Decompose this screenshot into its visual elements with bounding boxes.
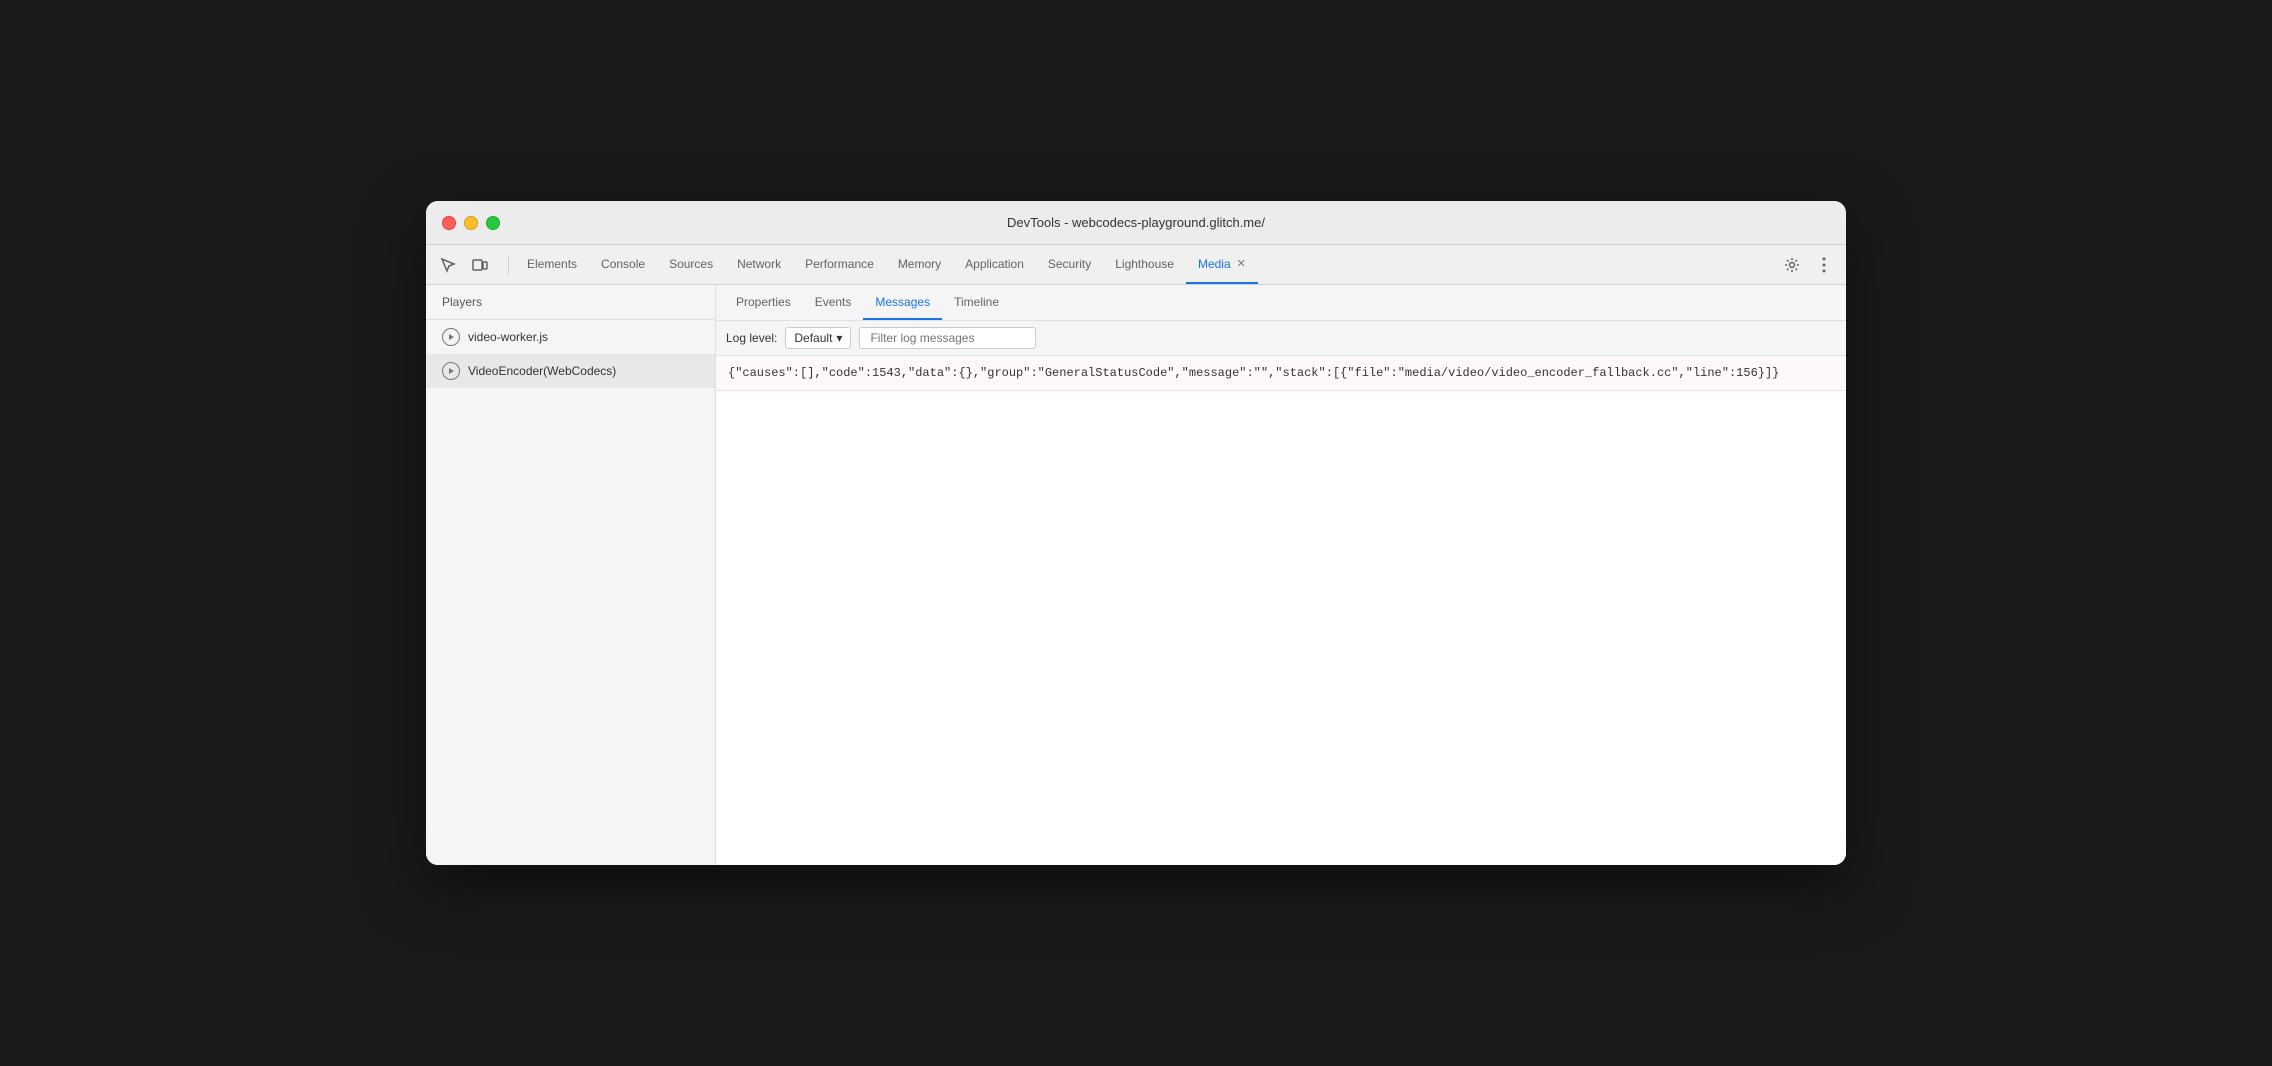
- play-icon-video-worker: [442, 328, 460, 346]
- filter-input[interactable]: [859, 327, 1036, 349]
- tab-security[interactable]: Security: [1036, 245, 1103, 284]
- tab-application[interactable]: Application: [953, 245, 1036, 284]
- sidebar-item-label: video-worker.js: [468, 330, 548, 344]
- tab-network[interactable]: Network: [725, 245, 793, 284]
- tab-media[interactable]: Media ✕: [1186, 245, 1258, 284]
- chevron-down-icon: ▾: [836, 331, 842, 345]
- panel-tab-events[interactable]: Events: [803, 285, 864, 320]
- log-level-select[interactable]: Default ▾: [785, 327, 851, 349]
- settings-button[interactable]: [1778, 251, 1806, 279]
- sidebar: Players video-worker.js VideoEncoder(Web…: [426, 285, 716, 865]
- panel-tab-timeline[interactable]: Timeline: [942, 285, 1011, 320]
- panel-tabs: Properties Events Messages Timeline: [716, 285, 1846, 321]
- main-tab-nav: Elements Console Sources Network Perform…: [515, 245, 1776, 284]
- close-button[interactable]: [442, 216, 456, 230]
- traffic-lights: [442, 216, 500, 230]
- panel-tab-properties[interactable]: Properties: [724, 285, 803, 320]
- tab-console[interactable]: Console: [589, 245, 657, 284]
- more-options-button[interactable]: [1810, 251, 1838, 279]
- tab-performance[interactable]: Performance: [793, 245, 886, 284]
- fullscreen-button[interactable]: [486, 216, 500, 230]
- tab-sources[interactable]: Sources: [657, 245, 725, 284]
- tab-media-close[interactable]: ✕: [1237, 257, 1246, 270]
- main-content: Players video-worker.js VideoEncoder(Web…: [426, 285, 1846, 865]
- toolbar-right: [1778, 251, 1838, 279]
- play-icon-video-encoder: [442, 362, 460, 380]
- right-panel: Properties Events Messages Timeline Log …: [716, 285, 1846, 865]
- device-toolbar-button[interactable]: [466, 251, 494, 279]
- log-controls: Log level: Default ▾: [716, 321, 1846, 356]
- sidebar-header: Players: [426, 285, 715, 320]
- tab-lighthouse[interactable]: Lighthouse: [1103, 245, 1186, 284]
- sidebar-item-label: VideoEncoder(WebCodecs): [468, 364, 616, 378]
- sidebar-item-video-worker[interactable]: video-worker.js: [426, 320, 715, 354]
- toolbar-divider: [508, 255, 509, 275]
- minimize-button[interactable]: [464, 216, 478, 230]
- log-level-label: Log level:: [726, 331, 777, 345]
- tab-elements[interactable]: Elements: [515, 245, 589, 284]
- log-area: {"causes":[],"code":1543,"data":{},"grou…: [716, 356, 1846, 865]
- log-entry: {"causes":[],"code":1543,"data":{},"grou…: [716, 356, 1846, 391]
- titlebar: DevTools - webcodecs-playground.glitch.m…: [426, 201, 1846, 245]
- toolbar-icons: [434, 251, 494, 279]
- window-title: DevTools - webcodecs-playground.glitch.m…: [1007, 215, 1265, 230]
- devtools-toolbar: Elements Console Sources Network Perform…: [426, 245, 1846, 285]
- panel-tab-messages[interactable]: Messages: [863, 285, 942, 320]
- inspect-element-button[interactable]: [434, 251, 462, 279]
- sidebar-item-video-encoder[interactable]: VideoEncoder(WebCodecs): [426, 354, 715, 388]
- devtools-window: DevTools - webcodecs-playground.glitch.m…: [426, 201, 1846, 865]
- tab-memory[interactable]: Memory: [886, 245, 953, 284]
